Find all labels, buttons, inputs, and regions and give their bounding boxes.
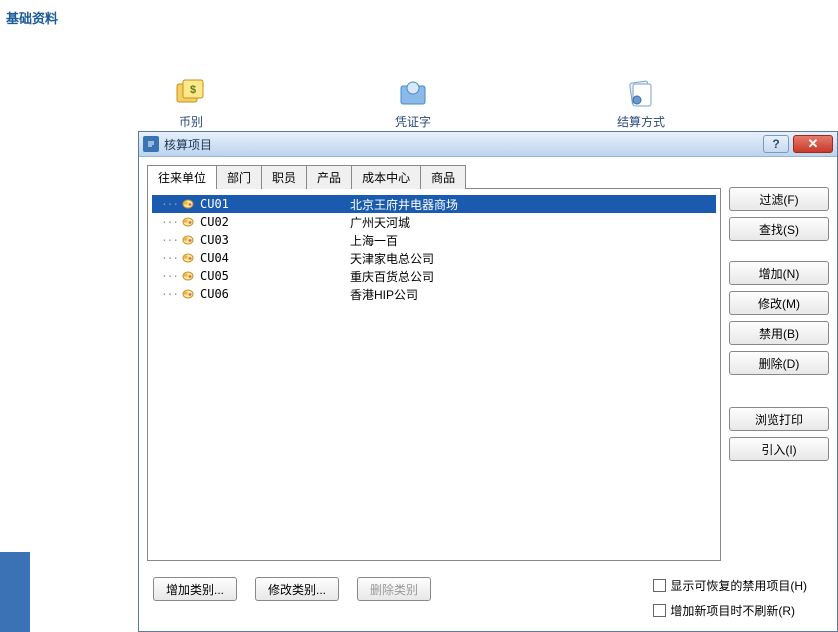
bg-icon-currency[interactable]: $ 币别	[173, 78, 209, 130]
item-icon	[180, 269, 196, 283]
add-category-button[interactable]: 增加类别...	[153, 577, 237, 601]
list-item[interactable]: ··· CU03上海一百	[152, 231, 716, 249]
item-icon	[180, 251, 196, 265]
side-decoration	[0, 552, 30, 632]
edit-button[interactable]: 修改(M)	[729, 291, 829, 315]
svg-text:$: $	[190, 84, 196, 96]
tab-3[interactable]: 产品	[306, 165, 352, 189]
background-icon-row: $ 币别 凭证字 结算方式	[0, 78, 838, 130]
settlement-icon	[623, 78, 659, 108]
list-item[interactable]: ··· CU06香港HIP公司	[152, 285, 716, 303]
help-button[interactable]: ?	[763, 135, 789, 153]
dialog-icon	[143, 136, 159, 152]
item-name: 广州天河城	[350, 214, 716, 231]
import-button[interactable]: 引入(I)	[729, 437, 829, 461]
add-button[interactable]: 增加(N)	[729, 261, 829, 285]
item-name: 香港HIP公司	[350, 286, 716, 303]
tab-content: ···CU01北京王府井电器商场···CU02广州天河城···CU03上海一百·…	[147, 188, 721, 561]
list-item[interactable]: ··· CU02广州天河城	[152, 213, 716, 231]
checkbox-label: 显示可恢复的禁用项目(H)	[670, 577, 807, 594]
item-code: CU03	[200, 233, 350, 247]
delete-category-button[interactable]: 删除类别	[357, 577, 431, 601]
tab-0[interactable]: 往来单位	[147, 165, 217, 189]
bg-icon-voucher[interactable]: 凭证字	[395, 78, 431, 130]
tab-2[interactable]: 职员	[261, 165, 307, 189]
page-title: 基础资料	[0, 0, 838, 35]
checkbox-icon	[653, 604, 666, 617]
checkbox-icon	[653, 579, 666, 592]
bg-icon-label: 结算方式	[617, 113, 665, 130]
currency-icon: $	[173, 78, 209, 108]
item-icon	[180, 197, 196, 211]
tree-connector: ···	[152, 270, 180, 283]
print-button[interactable]: 浏览打印	[729, 407, 829, 431]
disable-button[interactable]: 禁用(B)	[729, 321, 829, 345]
list-item[interactable]: ··· CU05重庆百货总公司	[152, 267, 716, 285]
item-icon	[180, 287, 196, 301]
list-item[interactable]: ··· CU01北京王府井电器商场	[152, 195, 716, 213]
item-name: 上海一百	[350, 232, 716, 249]
side-button-column: 过滤(F) 查找(S) 增加(N) 修改(M) 禁用(B) 删除(D) 浏览打印…	[729, 165, 829, 561]
tree-connector: ···	[152, 288, 180, 301]
tab-1[interactable]: 部门	[216, 165, 262, 189]
item-code: CU02	[200, 215, 350, 229]
find-button[interactable]: 查找(S)	[729, 217, 829, 241]
close-button[interactable]: ✕	[793, 135, 833, 153]
filter-button[interactable]: 过滤(F)	[729, 187, 829, 211]
tab-4[interactable]: 成本中心	[351, 165, 421, 189]
edit-category-button[interactable]: 修改类别...	[255, 577, 339, 601]
dialog-footer: 增加类别... 修改类别... 删除类别 显示可恢复的禁用项目(H) 增加新项目…	[139, 569, 837, 631]
item-code: CU05	[200, 269, 350, 283]
bg-icon-settlement[interactable]: 结算方式	[617, 78, 665, 130]
item-code: CU01	[200, 197, 350, 211]
item-icon	[180, 233, 196, 247]
tab-bar: 往来单位部门职员产品成本中心商品	[147, 165, 721, 189]
item-icon	[180, 215, 196, 229]
tree-connector: ···	[152, 216, 180, 229]
show-disabled-checkbox[interactable]: 显示可恢复的禁用项目(H)	[653, 577, 807, 594]
bg-icon-label: 币别	[179, 113, 203, 130]
bg-icon-label: 凭证字	[395, 113, 431, 130]
dialog-title: 核算项目	[164, 136, 763, 153]
accounting-items-dialog: 核算项目 ? ✕ 往来单位部门职员产品成本中心商品 ··· CU01北京王府井电器…	[138, 131, 838, 632]
item-code: CU04	[200, 251, 350, 265]
checkbox-label: 增加新项目时不刷新(R)	[670, 602, 795, 619]
item-name: 北京王府井电器商场	[350, 196, 716, 213]
tab-5[interactable]: 商品	[420, 165, 466, 189]
item-name: 天津家电总公司	[350, 250, 716, 267]
item-code: CU06	[200, 287, 350, 301]
voucher-icon	[395, 78, 431, 108]
delete-button[interactable]: 删除(D)	[729, 351, 829, 375]
item-name: 重庆百货总公司	[350, 268, 716, 285]
no-refresh-checkbox[interactable]: 增加新项目时不刷新(R)	[653, 602, 807, 619]
tree-connector: ···	[152, 198, 180, 211]
tree-connector: ···	[152, 234, 180, 247]
list-item[interactable]: ··· CU04天津家电总公司	[152, 249, 716, 267]
dialog-titlebar: 核算项目 ? ✕	[139, 132, 837, 157]
tree-connector: ···	[152, 252, 180, 265]
